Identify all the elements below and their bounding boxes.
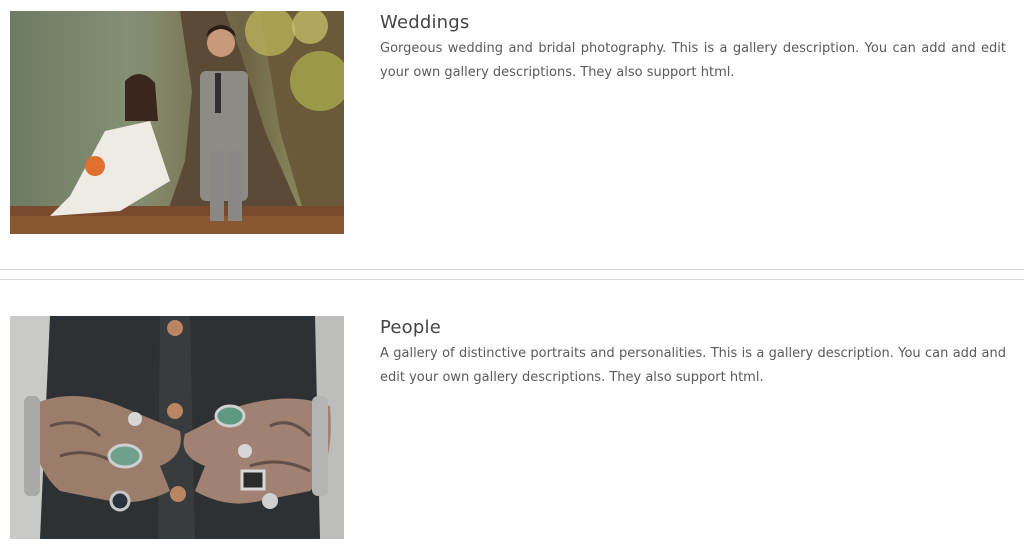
tattooed-hands-rings-photo: [10, 316, 344, 539]
gallery-description: A gallery of distinctive portraits and p…: [380, 346, 1006, 385]
wedding-couple-photo: [10, 11, 344, 234]
gallery-list: Weddings Gorgeous wedding and bridal pho…: [0, 0, 1024, 551]
gallery-title[interactable]: People: [380, 316, 1006, 340]
gallery-info-people: People A gallery of distinctive portrait…: [380, 316, 1006, 390]
gallery-description: Gorgeous wedding and bridal photography.…: [380, 41, 1006, 80]
gallery-thumbnail-people[interactable]: [10, 316, 344, 539]
gallery-item-people: People A gallery of distinctive portrait…: [0, 280, 1024, 551]
gallery-thumbnail-weddings[interactable]: [10, 11, 344, 234]
gallery-title[interactable]: Weddings: [380, 11, 1006, 35]
divider: [0, 269, 1024, 270]
gallery-item-weddings: Weddings Gorgeous wedding and bridal pho…: [0, 0, 1024, 270]
gallery-info-weddings: Weddings Gorgeous wedding and bridal pho…: [380, 11, 1006, 85]
